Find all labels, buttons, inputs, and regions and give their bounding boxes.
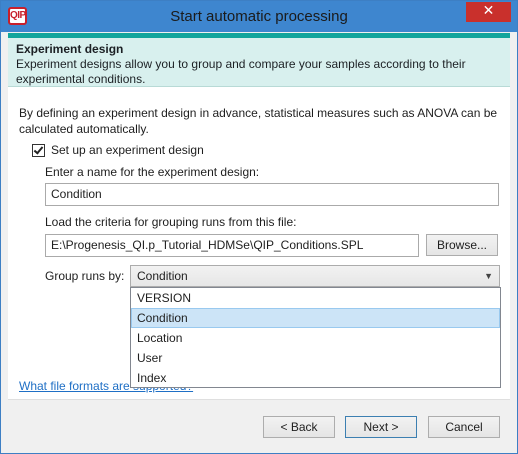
dropdown-option-location[interactable]: Location bbox=[131, 328, 500, 348]
browse-button[interactable]: Browse... bbox=[426, 234, 498, 256]
criteria-file-input[interactable]: E:\Progenesis_QI.p_Tutorial_HDMSe\QIP_Co… bbox=[45, 234, 419, 257]
design-name-input[interactable]: Condition bbox=[45, 183, 499, 206]
dropdown-option-index[interactable]: Index bbox=[131, 368, 500, 388]
setup-design-label[interactable]: Set up an experiment design bbox=[51, 143, 204, 157]
checkmark-icon bbox=[33, 143, 44, 155]
criteria-file-label: Load the criteria for grouping runs from… bbox=[45, 215, 297, 229]
setup-design-checkbox-row[interactable]: Set up an experiment design bbox=[32, 142, 204, 158]
chevron-down-icon: ▼ bbox=[484, 271, 493, 281]
group-runs-select[interactable]: Condition ▼ bbox=[130, 265, 500, 287]
header-title: Experiment design bbox=[16, 42, 124, 56]
back-button[interactable]: < Back bbox=[263, 416, 335, 438]
group-runs-value: Condition bbox=[137, 269, 188, 283]
footer-button-bar: < Back Next > Cancel bbox=[8, 399, 510, 447]
window-title: Start automatic processing bbox=[170, 8, 348, 25]
header-panel: Experiment design Experiment designs all… bbox=[8, 33, 510, 87]
dropdown-option-user[interactable]: User bbox=[131, 348, 500, 368]
intro-text: By defining an experiment design in adva… bbox=[19, 106, 498, 136]
design-name-label: Enter a name for the experiment design: bbox=[45, 165, 260, 179]
header-description: Experiment designs allow you to group an… bbox=[16, 57, 466, 86]
cancel-button[interactable]: Cancel bbox=[428, 416, 500, 438]
close-icon: ✕ bbox=[482, 3, 495, 19]
close-button[interactable]: ✕ bbox=[466, 2, 511, 22]
group-runs-dropdown-list: VERSION Condition Location User Index bbox=[130, 287, 501, 388]
dropdown-option-version[interactable]: VERSION bbox=[131, 288, 500, 308]
dropdown-option-condition[interactable]: Condition bbox=[131, 308, 500, 328]
title-bar[interactable]: QIP Start automatic processing ✕ bbox=[1, 1, 517, 32]
dialog-window: QIP Start automatic processing ✕ Experim… bbox=[0, 0, 518, 454]
group-runs-label: Group runs by: bbox=[45, 269, 125, 283]
next-button[interactable]: Next > bbox=[345, 416, 417, 438]
setup-design-checkbox[interactable] bbox=[32, 143, 45, 157]
